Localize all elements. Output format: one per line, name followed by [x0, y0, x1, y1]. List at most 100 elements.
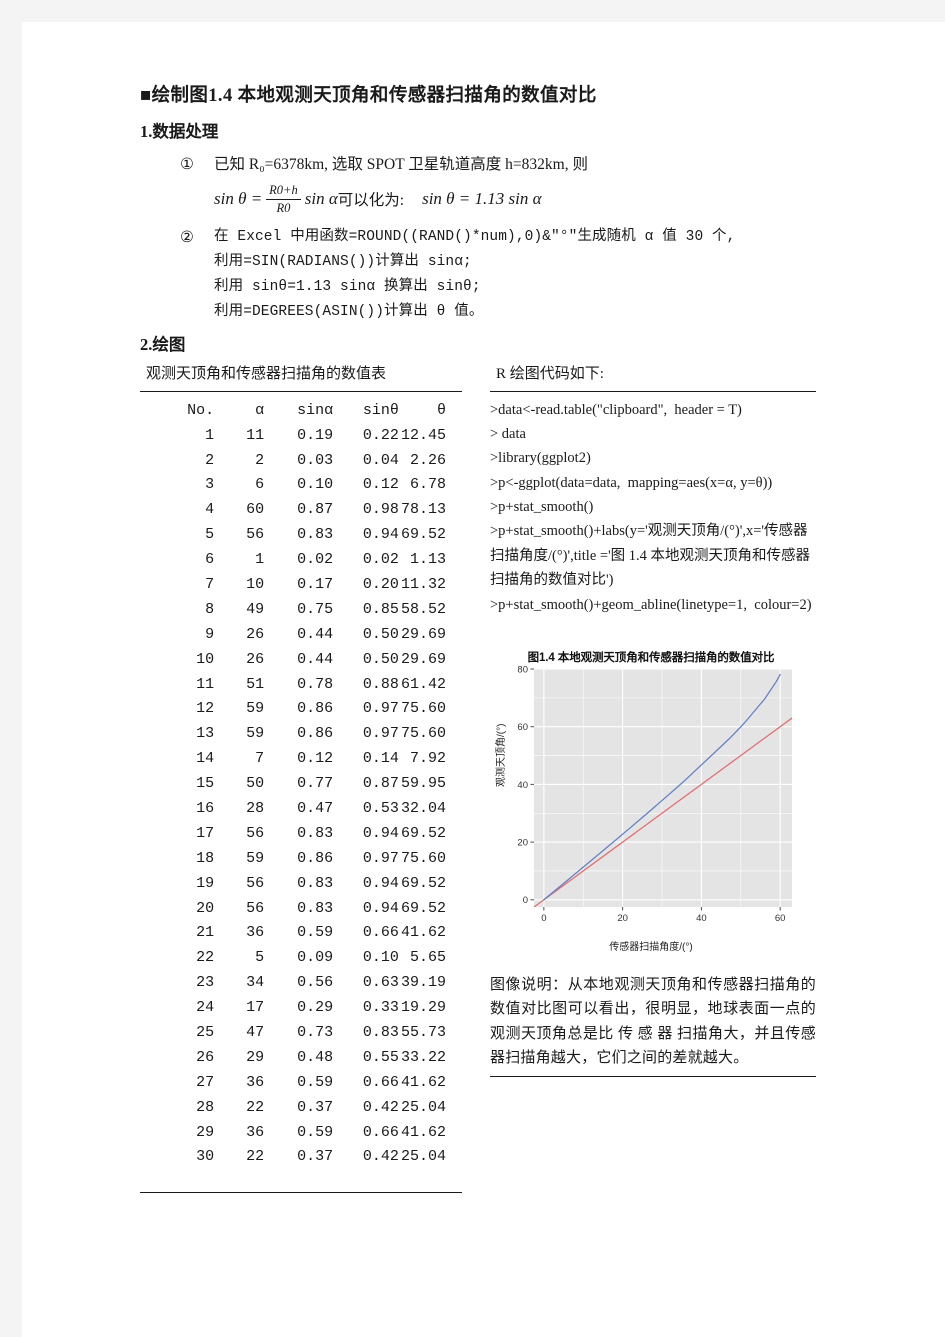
cell-no: 24 [196, 999, 215, 1017]
table-row: 27 36 0.59 0.66 41.62 [140, 1071, 462, 1096]
cell-alpha: 34 [246, 974, 265, 992]
cell-sin-theta: 0.97 [362, 849, 399, 867]
cell-sin-alpha: 0.86 [297, 725, 334, 743]
cell-no: 9 [205, 625, 215, 643]
cell-alpha: 36 [246, 1123, 265, 1141]
cell-sin-alpha: 0.03 [297, 451, 334, 469]
cell-sin-theta: 0.55 [362, 1048, 399, 1066]
step-2-line-2: 利用=SIN(RADIANS())计算出 sinα; [214, 254, 472, 271]
table-row: 10 26 0.44 0.50 29.69 [140, 648, 462, 673]
svg-text:20: 20 [517, 837, 528, 848]
step-2-body: 在 Excel 中用函数=ROUND((RAND()*num),0)&"°"生成… [214, 225, 840, 325]
r-code-block: >data<-read.table("clipboard", header = … [490, 398, 816, 617]
cell-theta: 69.52 [400, 899, 446, 917]
step-2-line-4: 利用=DEGREES(ASIN())计算出 θ 值。 [214, 303, 484, 320]
cell-sin-theta: 0.10 [362, 949, 399, 967]
cell-theta: 41.62 [400, 924, 446, 942]
cell-sin-alpha: 0.83 [297, 824, 334, 842]
table-row: 9 26 0.44 0.50 29.69 [140, 623, 462, 648]
table-row: 11 51 0.78 0.88 61.42 [140, 672, 462, 697]
table-row: 14 7 0.12 0.14 7.92 [140, 747, 462, 772]
code-line-3: >library(ggplot2) [490, 450, 591, 467]
table-caption: 观测天顶角和传感器扫描角的数值表 [146, 366, 387, 383]
cell-sin-alpha: 0.02 [297, 551, 334, 569]
cell-sin-alpha: 0.48 [297, 1048, 334, 1066]
cell-alpha: 56 [246, 526, 265, 544]
cell-sin-theta: 0.88 [362, 675, 399, 693]
cell-no: 1 [205, 426, 215, 444]
cell-no: 2 [205, 451, 215, 469]
table-top-rule [140, 390, 462, 392]
list-item-step-2: ② 在 Excel 中用函数=ROUND((RAND()*num),0)&"°"… [140, 225, 840, 325]
cell-sin-alpha: 0.83 [297, 526, 334, 544]
cell-theta: 41.62 [400, 1073, 446, 1091]
cell-theta: 69.52 [400, 526, 446, 544]
table-row: 15 50 0.77 0.87 59.95 [140, 772, 462, 797]
cell-sin-theta: 0.66 [362, 1123, 399, 1141]
cell-no: 30 [196, 1148, 215, 1166]
cell-theta: 58.52 [400, 600, 446, 618]
cell-sin-theta: 0.04 [362, 451, 399, 469]
cell-sin-theta: 0.85 [362, 600, 399, 618]
cell-no: 8 [205, 600, 215, 618]
cell-no: 5 [205, 526, 215, 544]
cell-sin-alpha: 0.77 [297, 775, 334, 793]
formula-numerator: R0+h [266, 183, 301, 200]
step-1-text: 已知 R₀=6378km, 选取 SPOT 卫星轨道高度 h=832km, 则 [214, 156, 588, 174]
cell-no: 27 [196, 1073, 215, 1091]
code-top-rule [490, 390, 816, 392]
cell-alpha: 11 [246, 426, 265, 444]
cell-theta: 29.69 [400, 650, 446, 668]
cell-theta: 11.32 [400, 575, 446, 593]
table-row: 24 17 0.29 0.33 19.29 [140, 996, 462, 1021]
cell-theta: 41.62 [400, 1123, 446, 1141]
cell-no: 3 [205, 476, 215, 494]
cell-sin-alpha: 0.12 [297, 750, 334, 768]
cell-sin-theta: 0.20 [362, 575, 399, 593]
cell-no: 20 [196, 899, 215, 917]
list-item-step-1: ① 已知 R₀=6378km, 选取 SPOT 卫星轨道高度 h=832km, … [140, 152, 840, 177]
th-sin-alpha: sinα [297, 401, 334, 419]
cell-no: 7 [205, 575, 215, 593]
table-row: 23 34 0.56 0.63 39.19 [140, 971, 462, 996]
cell-alpha: 29 [246, 1048, 265, 1066]
cell-theta: 7.92 [409, 750, 446, 768]
cell-no: 22 [196, 949, 215, 967]
cell-theta: 12.45 [400, 426, 446, 444]
cell-alpha: 2 [255, 451, 265, 469]
cell-sin-theta: 0.94 [362, 526, 399, 544]
cell-alpha: 51 [246, 675, 265, 693]
cell-alpha: 56 [246, 899, 265, 917]
cell-no: 11 [196, 675, 215, 693]
cell-theta: 6.78 [409, 476, 446, 494]
table-row: 25 47 0.73 0.83 55.73 [140, 1021, 462, 1046]
two-column-layout: 观测天顶角和传感器扫描角的数值表 No. α sinα sinθ θ 1 11 0.… [140, 363, 840, 1194]
cell-no: 15 [196, 775, 215, 793]
cell-alpha: 60 [246, 501, 265, 519]
step-1-marker: ① [180, 156, 194, 174]
table-column: 观测天顶角和传感器扫描角的数值表 No. α sinα sinθ θ 1 11 0.… [140, 363, 462, 1194]
cell-theta: 32.04 [400, 799, 446, 817]
cell-no: 10 [196, 650, 215, 668]
cell-alpha: 59 [246, 725, 265, 743]
table-bottom-rule [140, 1192, 462, 1194]
page-title: ■绘制图1.4 本地观测天顶角和传感器扫描角的数值对比 [140, 86, 597, 106]
table-row: 12 59 0.86 0.97 75.60 [140, 697, 462, 722]
cell-alpha: 50 [246, 775, 265, 793]
cell-alpha: 10 [246, 575, 265, 593]
cell-sin-alpha: 0.73 [297, 1024, 334, 1041]
formula-simplified: sin θ = 1.13 sin α [422, 189, 542, 209]
table-row: 4 60 0.87 0.98 78.13 [140, 498, 462, 523]
code-line-1: >data<-read.table("clipboard", header = … [490, 401, 742, 418]
cell-alpha: 47 [246, 1024, 265, 1041]
cell-theta: 78.13 [400, 501, 446, 519]
chart-x-axis-label: 传感器扫描角度/(°) [609, 941, 693, 953]
table-row: 20 56 0.83 0.94 69.52 [140, 897, 462, 922]
cell-theta: 59.95 [400, 775, 446, 793]
cell-sin-alpha: 0.44 [297, 650, 334, 668]
cell-no: 17 [196, 824, 215, 842]
cell-theta: 69.52 [400, 874, 446, 892]
cell-no: 29 [196, 1123, 215, 1141]
chart-y-axis-label: 观测天顶角/(°) [496, 723, 507, 787]
table-row: 6 1 0.02 0.02 1.13 [140, 548, 462, 573]
